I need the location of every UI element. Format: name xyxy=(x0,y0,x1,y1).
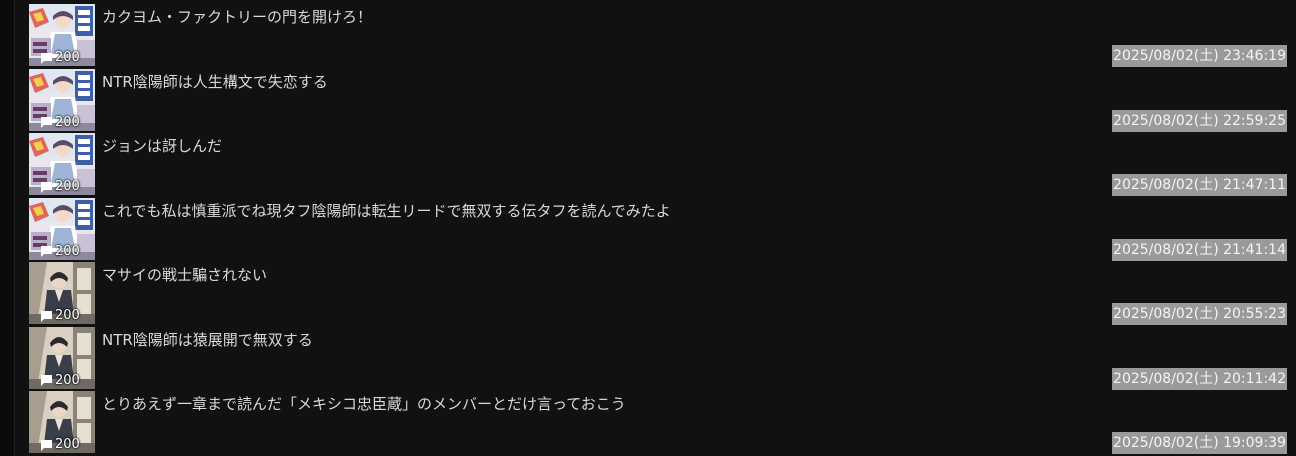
comment-icon xyxy=(40,310,53,323)
thread-row-2[interactable]: 200 NTR陰陽師は人生構文で失恋する 2025/08/02(土) 22:59… xyxy=(0,65,1296,132)
thread-title[interactable]: ジョンは訝しんだ xyxy=(102,135,222,157)
comment-icon xyxy=(40,439,53,452)
thread-title[interactable]: マサイの戦士騙されない xyxy=(102,264,267,286)
reply-count: 200 xyxy=(55,437,80,452)
thread-row-5[interactable]: 200 マサイの戦士騙されない 2025/08/02(土) 20:55:23 xyxy=(0,258,1296,325)
thread-list: 200 カクヨム・ファクトリーの門を開けろ！ 2025/08/02(土) 23:… xyxy=(0,0,1296,456)
thread-title[interactable]: NTR陰陽師は猿展開で無双する xyxy=(102,329,313,351)
thread-title[interactable]: NTR陰陽師は人生構文で失恋する xyxy=(102,71,328,93)
thread-row-6[interactable]: 200 NTR陰陽師は猿展開で無双する 2025/08/02(土) 20:11:… xyxy=(0,323,1296,390)
thread-row-1[interactable]: 200 カクヨム・ファクトリーの門を開けろ！ 2025/08/02(土) 23:… xyxy=(0,0,1296,67)
thread-title[interactable]: カクヨム・ファクトリーの門を開けろ！ xyxy=(102,6,372,28)
comment-icon xyxy=(40,245,53,258)
thread-title[interactable]: とりあえず一章まで読んだ「メキシコ忠臣蔵」のメンバーとだけ言っておこう xyxy=(102,393,626,415)
thread-timestamp: 2025/08/02(土) 19:09:39 xyxy=(1112,432,1287,454)
thread-list-page: 200 カクヨム・ファクトリーの門を開けろ！ 2025/08/02(土) 23:… xyxy=(0,0,1296,456)
comment-icon xyxy=(40,374,53,387)
thread-title[interactable]: これでも私は慎重派でね現タフ陰陽師は転生リードで無双する伝タフを読んでみたよ xyxy=(102,200,671,222)
comment-icon xyxy=(40,116,53,129)
thread-row-3[interactable]: 200 ジョンは訝しんだ 2025/08/02(土) 21:47:11 xyxy=(0,129,1296,196)
comment-icon xyxy=(40,52,53,65)
reply-count-badge: 200 xyxy=(40,437,80,453)
thread-row-4[interactable]: 200 これでも私は慎重派でね現タフ陰陽師は転生リードで無双する伝タフを読んでみ… xyxy=(0,194,1296,261)
comment-icon xyxy=(40,181,53,194)
thread-row-7[interactable]: 200 とりあえず一章まで読んだ「メキシコ忠臣蔵」のメンバーとだけ言っておこう … xyxy=(0,387,1296,454)
